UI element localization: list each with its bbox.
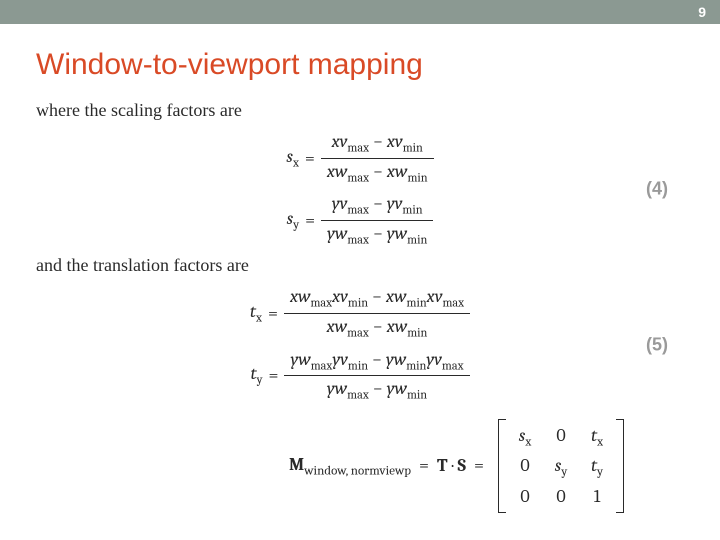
t: max (347, 327, 369, 341)
t: max (442, 359, 464, 373)
equals-sign: = (305, 210, 315, 231)
t: min (406, 359, 426, 373)
equals-sign: = (419, 455, 429, 476)
ty-sub: y (257, 374, 263, 388)
t: yv (332, 193, 348, 214)
eq-sx: sx = xvmax − xvmin xwmax − xwmin (286, 129, 433, 187)
equals-sign: = (268, 303, 278, 324)
equals-sign: = (305, 148, 315, 169)
m22s: y (561, 466, 567, 480)
t: yw (327, 378, 347, 399)
t: − (373, 223, 383, 244)
eq-sy: sy = yvmax − yvmin ywmax − ywmin (287, 191, 434, 249)
t: xw (327, 161, 348, 182)
matrix-bracket: sx 0 tx 0 sy ty 0 0 1 (498, 419, 624, 513)
m13s: x (597, 435, 603, 449)
t: yw (327, 223, 347, 244)
equation-5: (5) tx = xwmaxxvmin − xwminxvmax xwmax −… (36, 284, 684, 404)
t: min (402, 204, 422, 218)
t: yw (290, 349, 310, 370)
t: − (372, 286, 382, 307)
slide-number: 9 (698, 4, 706, 20)
t: max (347, 204, 369, 218)
t: min (407, 233, 427, 247)
t: yw (387, 223, 407, 244)
t: xv (332, 131, 348, 152)
ty-fraction: ywmaxyvmin − ywminyvmax ywmax − ywmin (284, 347, 469, 405)
m12: 0 (552, 425, 570, 450)
t: − (373, 161, 383, 182)
t: yw (387, 378, 407, 399)
t: xv (387, 131, 403, 152)
t: max (310, 297, 332, 311)
m33: 1 (588, 486, 606, 507)
t: min (407, 389, 427, 403)
t: − (373, 378, 383, 399)
tx-fraction: xwmaxxvmin − xwminxvmax xwmax − xwmin (284, 284, 470, 342)
t: − (372, 349, 382, 370)
t: max (311, 359, 333, 373)
sx-sub: x (293, 156, 299, 170)
t: min (407, 297, 427, 311)
t: max (347, 171, 369, 185)
eq-ty: ty = ywmaxyvmin − ywminyvmax ywmax − ywm… (250, 347, 469, 405)
t: xw (327, 316, 348, 337)
m31: 0 (516, 486, 534, 507)
m23s: y (597, 466, 603, 480)
matrix-T: T (437, 455, 448, 476)
tx-sub: x (256, 312, 262, 326)
equation-number-5: (5) (646, 334, 668, 355)
slide-header-bar: 9 (0, 0, 720, 24)
matrix-body: sx 0 tx 0 sy ty 0 0 1 (506, 419, 616, 513)
equation-4-rows: sx = xvmax − xvmin xwmax − xwmin sy = yv… (36, 129, 684, 249)
t: max (347, 142, 369, 156)
equals-sign: = (269, 365, 279, 386)
t: yv (426, 349, 442, 370)
m21: 0 (516, 455, 534, 480)
sy-fraction: yvmax − yvmin ywmax − ywmin (321, 191, 433, 249)
m11s: x (525, 435, 531, 449)
t: max (442, 297, 464, 311)
t: xw (386, 286, 407, 307)
t: xv (332, 286, 348, 307)
t: xw (387, 316, 408, 337)
t: yv (332, 349, 348, 370)
equation-4: (4) sx = xvmax − xvmin xwmax − xwmin sy … (36, 129, 684, 249)
matrix-S: S (458, 455, 467, 476)
translation-intro-text: and the translation factors are (36, 255, 684, 276)
t: min (407, 171, 427, 185)
eq-tx: tx = xwmaxxvmin − xwminxvmax xwmax − xwm… (250, 284, 470, 342)
t: min (348, 359, 368, 373)
scaling-intro-text: where the scaling factors are (36, 100, 684, 121)
t: yw (386, 349, 406, 370)
matrix-equation: Mwindow, normviewp = T · S = sx 0 tx 0 s… (36, 419, 684, 513)
m32: 0 (552, 486, 570, 507)
dot-operator: · (452, 455, 454, 476)
sy-sub: y (293, 219, 299, 233)
t: yv (387, 193, 403, 214)
matrix-M-sub: window, normviewp (304, 463, 411, 478)
t: xv (427, 286, 443, 307)
slide-title: Window-to-viewport mapping (36, 48, 684, 82)
equals-sign: = (474, 455, 484, 476)
t: max (347, 389, 369, 403)
t: − (373, 316, 383, 337)
sx-fraction: xvmax − xvmin xwmax − xwmin (321, 129, 434, 187)
t: xw (387, 161, 408, 182)
t: min (407, 327, 427, 341)
equation-5-rows: tx = xwmaxxvmin − xwminxvmax xwmax − xwm… (36, 284, 684, 404)
t: max (347, 233, 369, 247)
t: min (403, 142, 423, 156)
t: min (348, 297, 368, 311)
t: xw (290, 286, 311, 307)
t: − (373, 131, 383, 152)
matrix-M: M (289, 454, 304, 475)
equation-number-4: (4) (646, 179, 668, 200)
slide-body: Window-to-viewport mapping where the sca… (0, 24, 720, 513)
t: − (373, 193, 383, 214)
